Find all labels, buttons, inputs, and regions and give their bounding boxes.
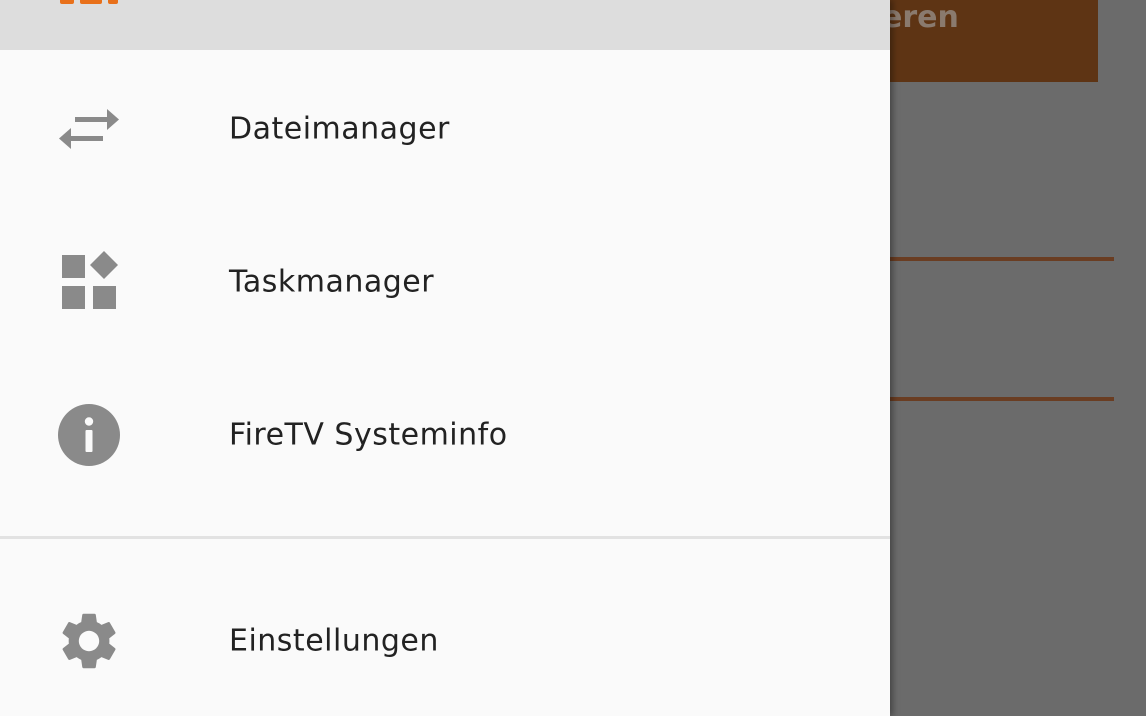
app-logo-icon [60, 0, 118, 4]
drawer-divider [0, 536, 890, 539]
gear-icon [55, 607, 123, 675]
drawer-item-label: Taskmanager [229, 264, 435, 300]
drawer-item-label: Dateimanager [229, 111, 450, 147]
drawer-item-system-info[interactable]: FireTV Systeminfo [0, 380, 890, 490]
swap-arrows-icon [55, 95, 123, 163]
apps-widgets-icon [55, 248, 123, 316]
background-divider [860, 257, 1114, 261]
screen: eren Dateimanager Taskmanager FireTV Sys… [0, 0, 1146, 716]
background-action-button: eren [860, 0, 1098, 82]
drawer-item-label: Einstellungen [229, 623, 439, 659]
navigation-drawer: Dateimanager Taskmanager FireTV Systemin… [0, 0, 890, 716]
drawer-item-settings[interactable]: Einstellungen [0, 586, 890, 696]
drawer-item-task-manager[interactable]: Taskmanager [0, 227, 890, 337]
drawer-header [0, 0, 890, 50]
background-divider [860, 397, 1114, 401]
drawer-item-label: FireTV Systeminfo [229, 417, 508, 453]
drawer-item-file-manager[interactable]: Dateimanager [0, 74, 890, 184]
background-action-button-label: eren [882, 0, 959, 35]
info-icon [55, 401, 123, 469]
